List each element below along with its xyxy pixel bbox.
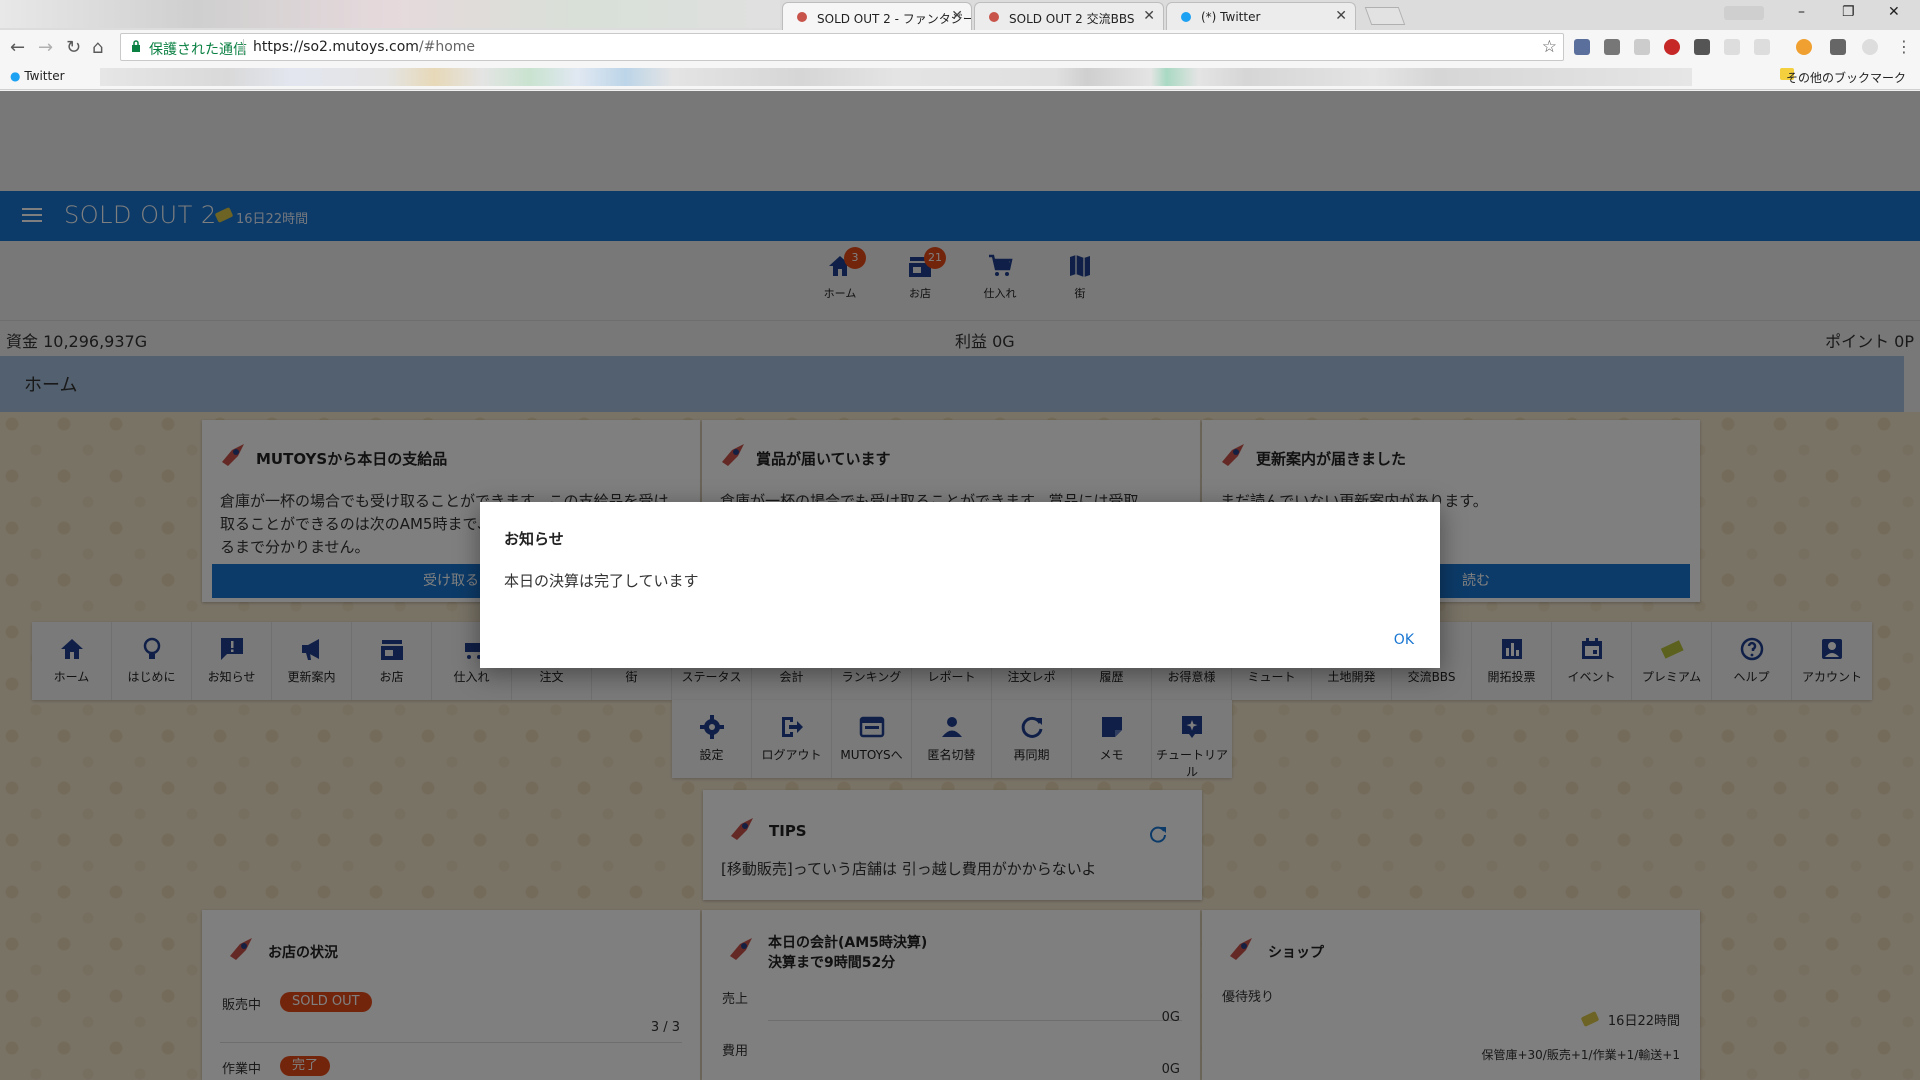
reload-icon[interactable]: ↻ — [66, 37, 81, 58]
minimize-button[interactable]: – — [1798, 4, 1805, 20]
tab-bbs[interactable]: SOLD OUT 2 交流BBS ✕ — [974, 2, 1164, 30]
url-host: https://so2.mutoys.com — [253, 39, 419, 55]
restore-button[interactable]: ❐ — [1842, 4, 1855, 20]
dialog-message: 本日の決算は完了しています — [504, 572, 699, 590]
back-arrow-icon[interactable]: ← — [10, 37, 25, 58]
url-text: https://so2.mutoys.com/#home — [253, 39, 475, 55]
extension-icon[interactable] — [1634, 39, 1650, 55]
tab-title: SOLD OUT 2 交流BBS — [1009, 12, 1135, 26]
bookmarks-bar: ● Twitter その他のブックマーク — [0, 64, 1920, 90]
blurred-bookmarks — [100, 68, 1692, 86]
omnibox-separator — [243, 39, 244, 55]
extension-icon[interactable] — [1724, 39, 1740, 55]
twitter-bird-icon: ● — [10, 69, 21, 83]
other-bookmarks[interactable]: その他のブックマーク — [1786, 69, 1906, 86]
bookmark-label: Twitter — [24, 69, 65, 83]
extension-icon[interactable] — [1830, 39, 1846, 55]
profile-badge[interactable] — [1724, 6, 1764, 20]
bookmark-twitter[interactable]: ● Twitter — [10, 69, 65, 83]
forward-arrow-icon[interactable]: → — [38, 37, 53, 58]
tab-close-icon[interactable]: ✕ — [1143, 8, 1155, 24]
url-path: /#home — [418, 39, 476, 55]
favicon-bird-icon — [797, 12, 807, 22]
extension-icon[interactable] — [1862, 39, 1878, 55]
tab-soldout[interactable]: SOLD OUT 2 - ファンタジー ✕ — [782, 2, 972, 30]
dialog-title: お知らせ — [504, 530, 564, 548]
new-tab-button[interactable] — [1364, 7, 1406, 25]
extension-icon[interactable] — [1574, 39, 1590, 55]
twitter-bird-icon — [1181, 12, 1191, 22]
browser-toolbar: ← → ↻ ⌂ 保護された通信 https://so2.mutoys.com/#… — [0, 30, 1920, 64]
tab-close-icon[interactable]: ✕ — [951, 8, 963, 24]
tab-title: SOLD OUT 2 - ファンタジー — [817, 12, 972, 26]
address-bar[interactable]: 保護された通信 https://so2.mutoys.com/#home ☆ — [120, 33, 1564, 61]
adblock-extension-icon[interactable] — [1664, 39, 1680, 55]
bookmark-star-icon[interactable]: ☆ — [1542, 37, 1557, 57]
close-window-button[interactable]: ✕ — [1888, 4, 1900, 20]
ok-button[interactable]: OK — [1394, 632, 1414, 648]
extension-icon[interactable] — [1754, 39, 1770, 55]
home-button-icon[interactable]: ⌂ — [92, 37, 103, 58]
notice-dialog: お知らせ 本日の決算は完了しています OK — [480, 502, 1440, 668]
extension-icon[interactable] — [1796, 39, 1812, 55]
shield-extension-icon[interactable] — [1604, 39, 1620, 55]
secure-label: 保護された通信 — [149, 42, 247, 58]
browser-tabstrip: SOLD OUT 2 - ファンタジー ✕ SOLD OUT 2 交流BBS ✕… — [0, 0, 1920, 30]
tab-close-icon[interactable]: ✕ — [1335, 8, 1347, 24]
menu-kebab-icon[interactable]: ⋮ — [1896, 37, 1912, 56]
tab-twitter[interactable]: (*) Twitter ✕ — [1166, 2, 1356, 30]
pocket-extension-icon[interactable] — [1694, 39, 1710, 55]
blurred-tabs — [0, 0, 780, 28]
tab-title: (*) Twitter — [1201, 10, 1261, 24]
favicon-bird-icon — [989, 12, 999, 22]
lock-icon — [132, 40, 140, 52]
